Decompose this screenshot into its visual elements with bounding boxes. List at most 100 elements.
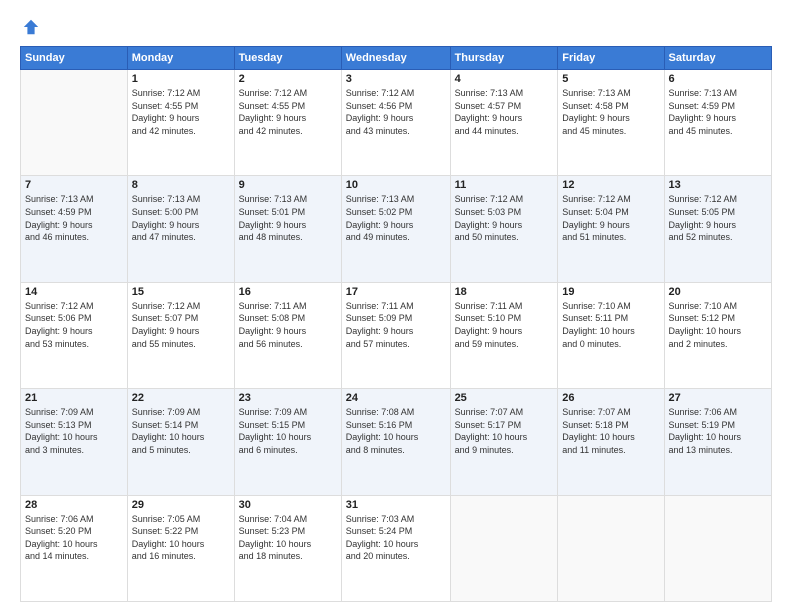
table-row: 4 Sunrise: 7:13 AMSunset: 4:57 PMDaylight…	[450, 70, 558, 176]
day-number: 8	[132, 179, 230, 191]
table-row: 30 Sunrise: 7:04 AMSunset: 5:23 PMDayligh…	[234, 495, 341, 601]
table-row: 10 Sunrise: 7:13 AMSunset: 5:02 PMDayligh…	[341, 176, 450, 282]
calendar-week-row: 1 Sunrise: 7:12 AMSunset: 4:55 PMDaylight…	[21, 70, 772, 176]
day-number: 12	[562, 179, 659, 191]
day-number: 2	[239, 73, 337, 85]
day-number: 30	[239, 499, 337, 511]
day-info: Sunrise: 7:13 AMSunset: 4:59 PMDaylight:…	[25, 193, 123, 243]
day-info: Sunrise: 7:11 AMSunset: 5:10 PMDaylight:…	[455, 300, 554, 350]
table-row	[450, 495, 558, 601]
table-row: 7 Sunrise: 7:13 AMSunset: 4:59 PMDaylight…	[21, 176, 128, 282]
table-row: 20 Sunrise: 7:10 AMSunset: 5:12 PMDayligh…	[664, 282, 771, 388]
day-number: 18	[455, 286, 554, 298]
day-info: Sunrise: 7:12 AMSunset: 5:05 PMDaylight:…	[669, 193, 767, 243]
day-info: Sunrise: 7:12 AMSunset: 4:55 PMDaylight:…	[239, 87, 337, 137]
day-number: 17	[346, 286, 446, 298]
day-info: Sunrise: 7:12 AMSunset: 5:04 PMDaylight:…	[562, 193, 659, 243]
day-info: Sunrise: 7:13 AMSunset: 4:58 PMDaylight:…	[562, 87, 659, 137]
day-info: Sunrise: 7:06 AMSunset: 5:20 PMDaylight:…	[25, 513, 123, 563]
day-number: 11	[455, 179, 554, 191]
day-info: Sunrise: 7:09 AMSunset: 5:13 PMDaylight:…	[25, 406, 123, 456]
day-number: 27	[669, 392, 767, 404]
table-row: 27 Sunrise: 7:06 AMSunset: 5:19 PMDayligh…	[664, 389, 771, 495]
day-info: Sunrise: 7:13 AMSunset: 5:02 PMDaylight:…	[346, 193, 446, 243]
day-info: Sunrise: 7:10 AMSunset: 5:12 PMDaylight:…	[669, 300, 767, 350]
table-row: 23Sunrise: 7:09 AMSunset: 5:15 PMDayligh…	[234, 389, 341, 495]
table-row: 2 Sunrise: 7:12 AMSunset: 4:55 PMDaylight…	[234, 70, 341, 176]
table-row	[21, 70, 128, 176]
day-info: Sunrise: 7:10 AMSunset: 5:11 PMDaylight:…	[562, 300, 659, 350]
table-row: 28 Sunrise: 7:06 AMSunset: 5:20 PMDayligh…	[21, 495, 128, 601]
day-info: Sunrise: 7:09 AMSunset: 5:14 PMDaylight:…	[132, 406, 230, 456]
logo	[20, 18, 40, 36]
day-info: Sunrise: 7:11 AMSunset: 5:08 PMDaylight:…	[239, 300, 337, 350]
table-row: 14 Sunrise: 7:12 AMSunset: 5:06 PMDayligh…	[21, 282, 128, 388]
day-number: 1	[132, 73, 230, 85]
table-row: 25 Sunrise: 7:07 AMSunset: 5:17 PMDayligh…	[450, 389, 558, 495]
day-number: 16	[239, 286, 337, 298]
table-row: 19Sunrise: 7:10 AMSunset: 5:11 PMDayligh…	[558, 282, 664, 388]
page: SundayMondayTuesdayWednesdayThursdayFrid…	[0, 0, 792, 612]
day-number: 20	[669, 286, 767, 298]
day-info: Sunrise: 7:12 AMSunset: 5:03 PMDaylight:…	[455, 193, 554, 243]
calendar-header-monday: Monday	[127, 47, 234, 70]
table-row: 12 Sunrise: 7:12 AMSunset: 5:04 PMDayligh…	[558, 176, 664, 282]
day-info: Sunrise: 7:04 AMSunset: 5:23 PMDaylight:…	[239, 513, 337, 563]
day-info: Sunrise: 7:06 AMSunset: 5:19 PMDaylight:…	[669, 406, 767, 456]
logo-icon	[22, 18, 40, 36]
table-row: 24Sunrise: 7:08 AMSunset: 5:16 PMDayligh…	[341, 389, 450, 495]
day-info: Sunrise: 7:12 AMSunset: 5:07 PMDaylight:…	[132, 300, 230, 350]
day-number: 9	[239, 179, 337, 191]
table-row: 5 Sunrise: 7:13 AMSunset: 4:58 PMDaylight…	[558, 70, 664, 176]
calendar-header-row: SundayMondayTuesdayWednesdayThursdayFrid…	[21, 47, 772, 70]
calendar-week-row: 21Sunrise: 7:09 AMSunset: 5:13 PMDayligh…	[21, 389, 772, 495]
table-row: 8 Sunrise: 7:13 AMSunset: 5:00 PMDaylight…	[127, 176, 234, 282]
day-info: Sunrise: 7:13 AMSunset: 5:00 PMDaylight:…	[132, 193, 230, 243]
day-number: 5	[562, 73, 659, 85]
day-number: 13	[669, 179, 767, 191]
calendar-header-saturday: Saturday	[664, 47, 771, 70]
day-number: 10	[346, 179, 446, 191]
day-number: 28	[25, 499, 123, 511]
day-number: 29	[132, 499, 230, 511]
table-row: 16 Sunrise: 7:11 AMSunset: 5:08 PMDayligh…	[234, 282, 341, 388]
day-number: 26	[562, 392, 659, 404]
table-row	[664, 495, 771, 601]
day-info: Sunrise: 7:08 AMSunset: 5:16 PMDaylight:…	[346, 406, 446, 456]
day-number: 31	[346, 499, 446, 511]
calendar-header-tuesday: Tuesday	[234, 47, 341, 70]
day-info: Sunrise: 7:05 AMSunset: 5:22 PMDaylight:…	[132, 513, 230, 563]
calendar-header-sunday: Sunday	[21, 47, 128, 70]
day-info: Sunrise: 7:13 AMSunset: 5:01 PMDaylight:…	[239, 193, 337, 243]
day-number: 4	[455, 73, 554, 85]
table-row	[558, 495, 664, 601]
table-row: 15 Sunrise: 7:12 AMSunset: 5:07 PMDayligh…	[127, 282, 234, 388]
calendar-table: SundayMondayTuesdayWednesdayThursdayFrid…	[20, 46, 772, 602]
day-number: 25	[455, 392, 554, 404]
day-number: 7	[25, 179, 123, 191]
table-row: 1 Sunrise: 7:12 AMSunset: 4:55 PMDaylight…	[127, 70, 234, 176]
calendar-header-friday: Friday	[558, 47, 664, 70]
day-number: 14	[25, 286, 123, 298]
header	[20, 18, 772, 36]
day-info: Sunrise: 7:12 AMSunset: 4:56 PMDaylight:…	[346, 87, 446, 137]
day-info: Sunrise: 7:13 AMSunset: 4:57 PMDaylight:…	[455, 87, 554, 137]
day-info: Sunrise: 7:11 AMSunset: 5:09 PMDaylight:…	[346, 300, 446, 350]
day-info: Sunrise: 7:13 AMSunset: 4:59 PMDaylight:…	[669, 87, 767, 137]
calendar-header-thursday: Thursday	[450, 47, 558, 70]
table-row: 13 Sunrise: 7:12 AMSunset: 5:05 PMDayligh…	[664, 176, 771, 282]
day-info: Sunrise: 7:12 AMSunset: 5:06 PMDaylight:…	[25, 300, 123, 350]
table-row: 18 Sunrise: 7:11 AMSunset: 5:10 PMDayligh…	[450, 282, 558, 388]
table-row: 3 Sunrise: 7:12 AMSunset: 4:56 PMDaylight…	[341, 70, 450, 176]
day-number: 15	[132, 286, 230, 298]
day-number: 3	[346, 73, 446, 85]
day-info: Sunrise: 7:12 AMSunset: 4:55 PMDaylight:…	[132, 87, 230, 137]
calendar-week-row: 28 Sunrise: 7:06 AMSunset: 5:20 PMDayligh…	[21, 495, 772, 601]
table-row: 22 Sunrise: 7:09 AMSunset: 5:14 PMDayligh…	[127, 389, 234, 495]
table-row: 9 Sunrise: 7:13 AMSunset: 5:01 PMDaylight…	[234, 176, 341, 282]
day-info: Sunrise: 7:03 AMSunset: 5:24 PMDaylight:…	[346, 513, 446, 563]
day-number: 6	[669, 73, 767, 85]
day-info: Sunrise: 7:07 AMSunset: 5:17 PMDaylight:…	[455, 406, 554, 456]
day-number: 22	[132, 392, 230, 404]
calendar-week-row: 7 Sunrise: 7:13 AMSunset: 4:59 PMDaylight…	[21, 176, 772, 282]
